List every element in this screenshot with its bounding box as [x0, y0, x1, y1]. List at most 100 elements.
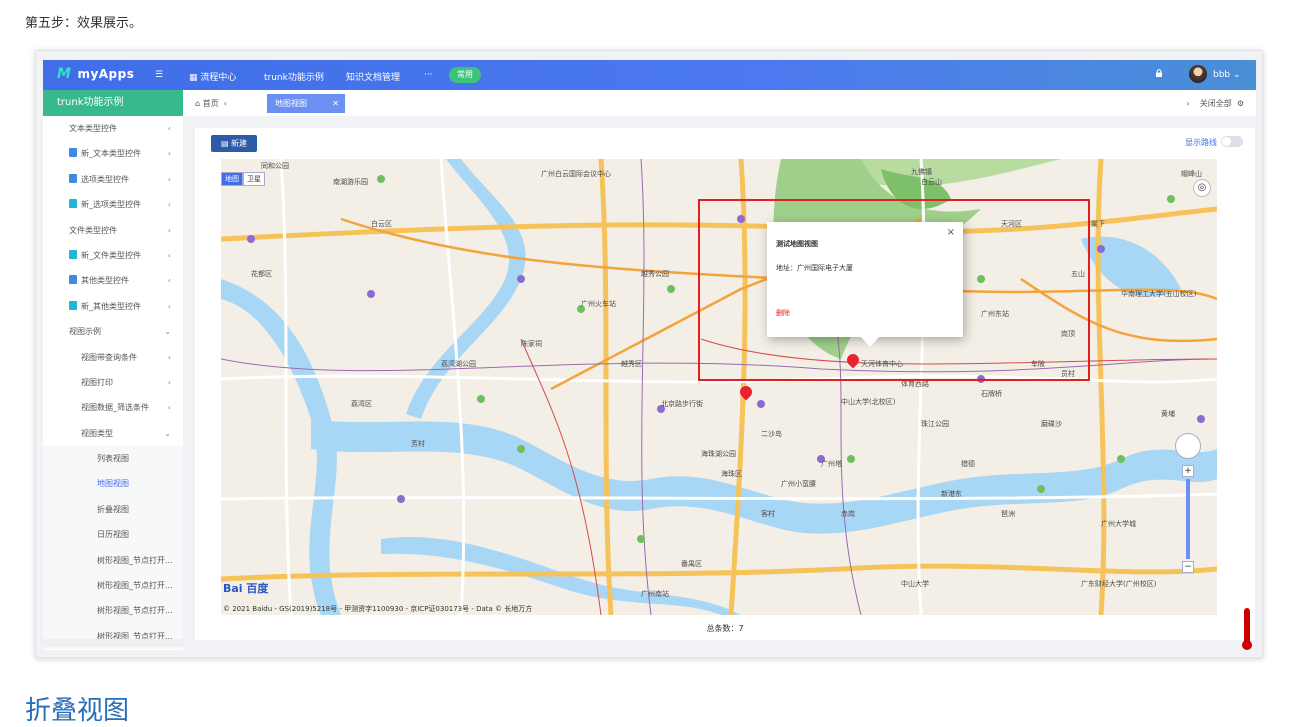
zoom-control: + −: [1175, 433, 1201, 573]
map-copyright: © 2021 Baidu - GS(2019)5218号 - 甲测资字11009…: [223, 605, 533, 613]
address-value: 广州国际电子大厦: [797, 264, 853, 272]
sidebar-item-label: 地图视图: [97, 479, 129, 489]
close-icon[interactable]: ×: [947, 227, 955, 238]
sidebar-item[interactable]: 折叠视图: [43, 496, 183, 523]
sidebar-item[interactable]: 地图视图: [43, 471, 183, 497]
chevron-icon: ‹: [167, 124, 171, 133]
map-place-label: 白云山: [921, 178, 942, 186]
zoom-slider[interactable]: [1186, 479, 1190, 559]
pan-control[interactable]: [1175, 433, 1201, 459]
chevron-icon: ‹: [167, 174, 171, 184]
sidebar-item[interactable]: 树形视图_节点打开...: [43, 573, 183, 599]
map-place-label: 北京路步行街: [661, 400, 703, 408]
delete-link[interactable]: 删除: [776, 308, 790, 318]
sidebar-item-label: 树形视图_节点打开...: [97, 581, 173, 591]
sidebar: trunk功能示例 文本类型控件 ‹ 新_文本类型控件 ‹ 选项类型控件 ‹ 新_选项类型控…: [43, 90, 183, 650]
lock-icon[interactable]: [1155, 69, 1163, 77]
close-all-button[interactable]: 关闭全部: [1200, 99, 1232, 108]
new-button[interactable]: ▤ 新建: [211, 135, 257, 152]
map-type-map[interactable]: 地图: [221, 172, 243, 186]
info-title: 测试地图视图: [776, 240, 818, 248]
sidebar-item[interactable]: 树形视图_节点打开...: [43, 598, 183, 624]
app-logo[interactable]: MmyApps: [57, 66, 134, 82]
chevron-icon: ‹: [167, 377, 171, 387]
sidebar-item-label: 新_文件类型控件: [81, 250, 141, 260]
sidebar-item[interactable]: 文本类型控件 ‹: [43, 116, 183, 141]
sidebar-item[interactable]: 视图类型 ⌄: [43, 421, 183, 446]
sidebar-item-label: 新_其他类型控件: [81, 301, 141, 311]
sidebar-item[interactable]: 视图打印 ‹: [43, 370, 183, 395]
logo-icon: M: [57, 66, 72, 82]
sidebar-item[interactable]: 选项类型控件 ‹: [43, 167, 183, 192]
sidebar-item[interactable]: 树形视图_节点打开...: [43, 547, 183, 574]
sidebar-item[interactable]: 新_文件类型控件 ‹: [43, 243, 183, 268]
tab-home[interactable]: ⌂ 首页 ‹: [195, 98, 227, 109]
sidebar-item[interactable]: 列表视图: [43, 446, 183, 472]
thermometer-icon: [1242, 608, 1252, 650]
top-menu-knowledge[interactable]: 知识文档管理: [346, 70, 400, 83]
total-count: 总条数：7: [195, 623, 1255, 634]
map-place-label: 荔湾区: [351, 400, 372, 408]
tab-controls: › 关闭全部 ⚙: [1186, 98, 1244, 109]
sidebar-item[interactable]: 文件类型控件 ‹: [43, 218, 183, 243]
map-place-label: 越秀区: [621, 360, 642, 368]
map-place-label: 广州南站: [641, 590, 669, 598]
sidebar-item-label: 视图示例: [69, 327, 101, 337]
sidebar-item-label: 新_文本类型控件: [81, 149, 141, 159]
chevron-right-icon[interactable]: ›: [1186, 99, 1189, 108]
sidebar-item[interactable]: 视图带查询条件 ‹: [43, 345, 183, 370]
tab-label: 地图视图: [275, 99, 307, 108]
route-toggle[interactable]: [1221, 136, 1243, 147]
top-menu-more[interactable]: ···: [424, 70, 433, 80]
map-place-label: 白云区: [371, 220, 392, 228]
baidu-logo: Bai 百度: [223, 580, 268, 596]
menu-toggle-icon[interactable]: ☰: [155, 70, 163, 80]
tab-map-view[interactable]: 地图视图 ✕: [267, 94, 345, 113]
sidebar-scrollbar[interactable]: [43, 639, 183, 647]
map-place-label: 赤岗: [841, 510, 855, 518]
top-menu-label: 流程中心: [200, 73, 237, 83]
sidebar-item-label: 折叠视图: [97, 504, 129, 514]
map-place-label: 客村: [761, 510, 775, 518]
avatar[interactable]: [1189, 65, 1207, 83]
map-place-label: 新港东: [941, 490, 962, 498]
sidebar-item-label: 文件类型控件: [69, 225, 117, 235]
user-menu[interactable]: bbb ⌄: [1213, 70, 1241, 80]
gear-icon[interactable]: ⚙: [1237, 99, 1244, 108]
zoom-in-button[interactable]: +: [1182, 465, 1194, 477]
document-icon: [69, 148, 77, 158]
top-navbar: MmyApps ☰ ▦ 流程中心 trunk功能示例 知识文档管理 ··· 常用…: [43, 60, 1256, 90]
close-icon[interactable]: ✕: [332, 94, 339, 113]
sidebar-item-label: 日历视图: [97, 530, 129, 540]
top-menu-trunk[interactable]: trunk功能示例: [264, 70, 324, 83]
chevron-icon: ‹: [167, 352, 171, 362]
chevron-icon: ‹: [167, 200, 171, 210]
map-canvas[interactable]: 同和公园南湖游乐园广州白云国际会议中心白云山帽峰山九佛镇长湴广州东站天河体育中心…: [221, 159, 1217, 615]
map-place-label: 同和公园: [261, 162, 289, 170]
sidebar-item[interactable]: 其他类型控件 ‹: [43, 268, 183, 293]
chevron-icon: ‹: [167, 403, 171, 413]
map-place-label: 棠下: [1091, 220, 1105, 228]
top-menu-process[interactable]: ▦ 流程中心: [189, 70, 236, 83]
address-label: 地址：: [776, 264, 797, 272]
frequent-chip[interactable]: 常用: [449, 67, 481, 83]
sidebar-item[interactable]: 日历视图: [43, 522, 183, 548]
sidebar-item-label: 列表视图: [97, 454, 129, 464]
sidebar-item-label: 视图带查询条件: [81, 352, 137, 362]
document-icon: [69, 275, 77, 285]
sidebar-menu: 文本类型控件 ‹ 新_文本类型控件 ‹ 选项类型控件 ‹ 新_选项类型控件 ‹ 文件类型控件 ‹ 新…: [43, 116, 183, 650]
chevron-icon: ‹: [167, 301, 171, 311]
map-type-satellite[interactable]: 卫星: [243, 172, 265, 186]
locate-icon[interactable]: ◎: [1193, 179, 1211, 197]
sidebar-item[interactable]: 新_文本类型控件 ‹: [43, 141, 183, 166]
sidebar-item[interactable]: 新_其他类型控件 ‹: [43, 294, 183, 319]
map-place-label: 黄埔: [1161, 410, 1175, 418]
zoom-out-button[interactable]: −: [1182, 561, 1194, 573]
sidebar-item[interactable]: 新_选项类型控件 ‹: [43, 192, 183, 217]
map-place-label: 二沙岛: [761, 430, 782, 438]
sidebar-item-label: 文本类型控件: [69, 124, 117, 133]
sidebar-item[interactable]: 视图数据_筛选条件 ‹: [43, 395, 183, 420]
sidebar-item[interactable]: 视图示例 ⌄: [43, 319, 183, 344]
document-icon: [69, 300, 77, 310]
map-place-label: 花都区: [251, 270, 272, 278]
